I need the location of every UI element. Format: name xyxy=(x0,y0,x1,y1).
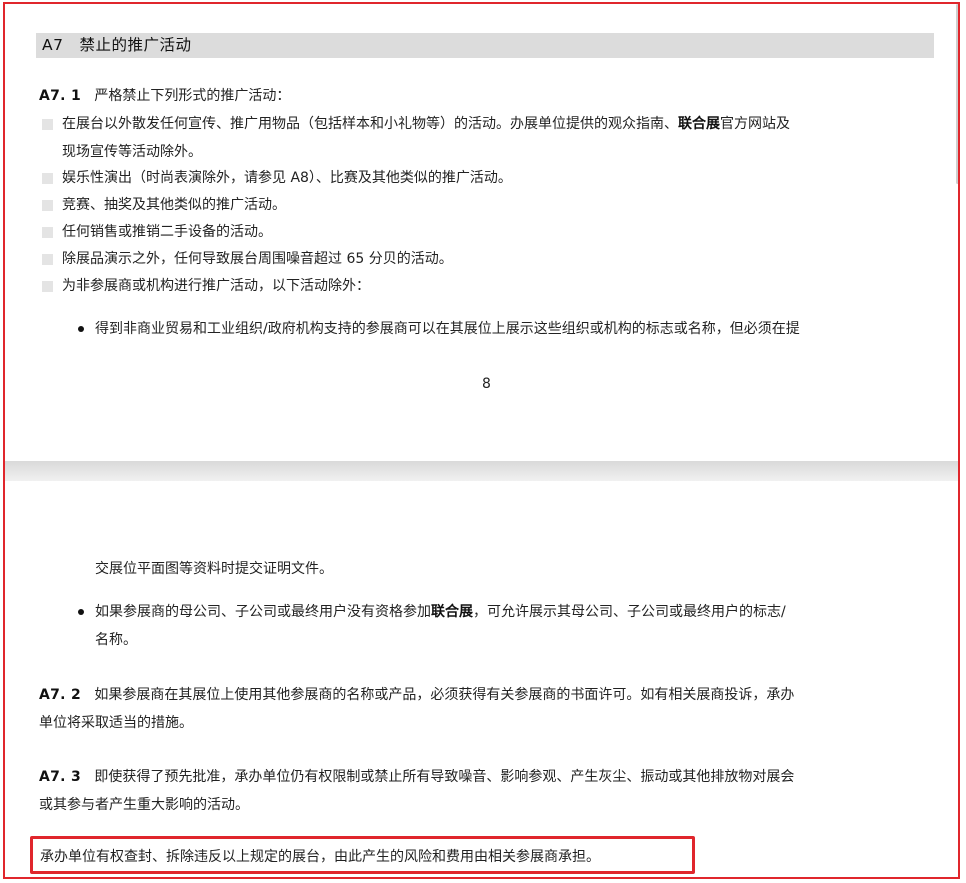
screenshot-highlight-frame xyxy=(3,2,960,879)
